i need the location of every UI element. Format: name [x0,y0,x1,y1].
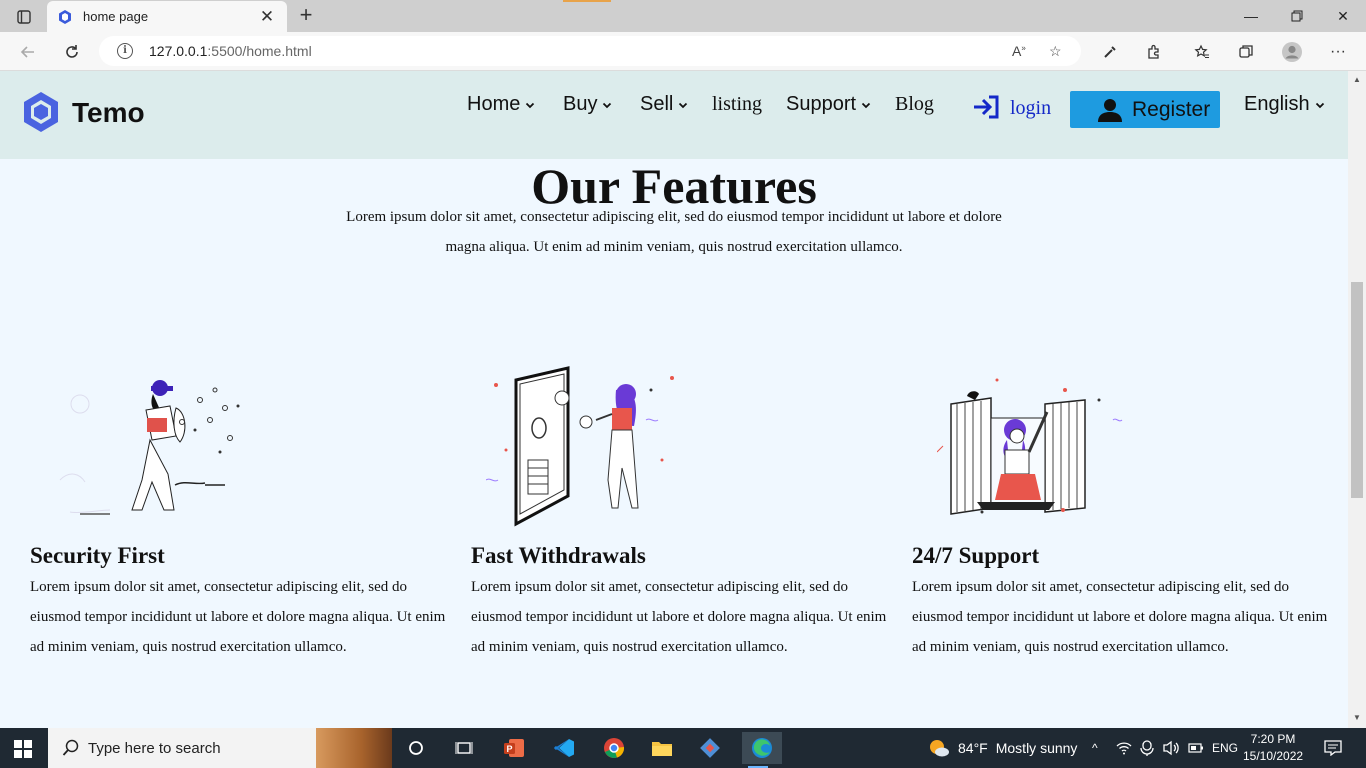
person-icon [1098,98,1122,122]
weather-sun-cloud-icon [930,740,949,757]
battery-icon[interactable] [1188,728,1204,768]
minimize-icon[interactable]: — [1228,0,1274,32]
chevron-down-icon [861,102,871,108]
more-options-icon[interactable]: ··· [1324,38,1352,66]
person-with-shield-illustration [59,380,240,515]
refresh-icon[interactable] [58,38,86,66]
system-clock[interactable]: 7:20 PM 15/10/2022 [1243,731,1303,765]
chevron-down-icon [526,102,535,108]
network-icon[interactable] [1116,728,1132,768]
woman-with-phone-coins-illustration [486,366,674,527]
tab-actions-icon[interactable] [10,6,38,28]
task-view-icon[interactable] [448,732,480,764]
nav-listing-label: listing [712,93,763,115]
close-window-icon[interactable]: ✕ [1320,0,1366,32]
feature-card-text: Lorem ipsum dolor sit amet, consectetur … [30,579,446,655]
features-description: Lorem ipsum dolor sit amet, consectetur … [346,209,1002,255]
logo-text[interactable]: Temo [72,97,145,129]
scroll-thumb[interactable] [1351,282,1363,498]
chevron-down-icon [679,102,688,108]
read-aloud-icon[interactable]: A» [1012,43,1026,59]
volume-icon[interactable] [1162,728,1180,768]
woman-waving-window-illustration [937,378,1123,515]
file-explorer-icon[interactable] [646,732,678,764]
nav-blog[interactable]: Blog [895,93,934,116]
feature-card-title: 24/7 Support [912,543,1040,568]
register-button[interactable]: Register [1070,91,1220,128]
vscode-icon[interactable] [548,732,580,764]
language-label: English [1244,93,1310,115]
git-tool-icon[interactable] [694,732,726,764]
nav-listing[interactable]: listing [712,93,762,116]
login-label: login [1010,97,1052,119]
language-selector[interactable]: English [1244,93,1325,116]
nav-blog-label: Blog [895,93,934,115]
nav-support-label: Support [786,93,857,115]
feature-card-title: Fast Withdrawals [471,543,646,568]
profile-avatar-icon[interactable] [1278,38,1306,66]
windows-start-icon[interactable] [14,740,32,758]
chrome-icon[interactable] [598,732,630,764]
tab-accent-bar [563,0,611,2]
register-label: Register [1132,97,1211,121]
input-language[interactable]: ENG [1212,728,1238,768]
address-bar[interactable]: i 127.0.0.1:5500/home.html A» ☆ [99,36,1081,66]
cortana-icon[interactable] [400,732,432,764]
tab-title: home page [83,9,149,24]
browser-tab-bar: home page ✕ + — ✕ [0,0,1366,32]
feature-card-text: Lorem ipsum dolor sit amet, consectetur … [912,579,1328,655]
edge-browser-icon[interactable] [742,732,782,768]
url-text: 127.0.0.1:5500/home.html [149,43,312,59]
back-icon[interactable] [14,38,42,66]
search-highlight-image [316,728,392,768]
browser-tab[interactable]: home page ✕ [47,1,287,32]
weather-widget[interactable]: 84°F Mostly sunny [928,728,1077,768]
eyedropper-icon[interactable] [1096,38,1124,66]
nav-sell[interactable]: Sell [640,93,688,116]
clock-time: 7:20 PM [1250,732,1296,746]
login-link[interactable]: login [972,93,1051,120]
weather-text: Mostly sunny [995,740,1078,756]
meet-now-icon[interactable] [1140,728,1154,768]
restore-icon[interactable] [1274,0,1320,32]
chevron-down-icon [1315,102,1324,108]
collections-icon[interactable] [1232,38,1260,66]
nav-home[interactable]: Home [467,93,535,116]
nav-home-label: Home [467,93,521,115]
search-icon [62,739,79,756]
feature-card-title: Security First [30,543,165,568]
temo-logo-icon[interactable] [22,90,60,134]
powerpoint-icon[interactable]: P [498,732,530,764]
hexagon-favicon-icon [57,9,73,25]
clock-date: 15/10/2022 [1243,749,1304,763]
show-hidden-icons[interactable]: ^ [1092,728,1098,768]
close-tab-icon[interactable]: ✕ [257,7,277,27]
nav-buy-label: Buy [563,93,598,115]
scroll-up-icon[interactable]: ▲ [1352,75,1362,84]
nav-support[interactable]: Support [786,93,871,116]
site-header: Temo Home Buy Sell listing Support Blog … [0,71,1348,159]
chevron-down-icon [603,102,612,108]
site-info-icon[interactable]: i [117,43,133,59]
nav-buy[interactable]: Buy [563,93,612,116]
scroll-down-icon[interactable]: ▼ [1352,713,1362,722]
search-placeholder: Type here to search [88,739,221,757]
taskbar-search[interactable]: Type here to search [48,728,392,768]
weather-temp: 84°F [958,740,988,756]
svg-text:P: P [507,744,513,754]
page-scrollbar[interactable]: ▲ ▼ [1348,71,1366,728]
nav-sell-label: Sell [640,93,674,115]
notifications-icon[interactable] [1324,728,1342,768]
feature-card-text: Lorem ipsum dolor sit amet, consectetur … [471,579,887,655]
windows-taskbar: Type here to search P 84°F Mostly sunny … [0,728,1366,768]
new-tab-icon[interactable]: + [294,4,318,28]
favorites-icon[interactable] [1188,38,1216,66]
browser-toolbar: i 127.0.0.1:5500/home.html A» ☆ ··· [0,32,1366,71]
favorite-add-icon[interactable]: ☆ [1049,43,1062,60]
login-arrow-icon [974,95,999,118]
extensions-icon[interactable] [1140,38,1168,66]
